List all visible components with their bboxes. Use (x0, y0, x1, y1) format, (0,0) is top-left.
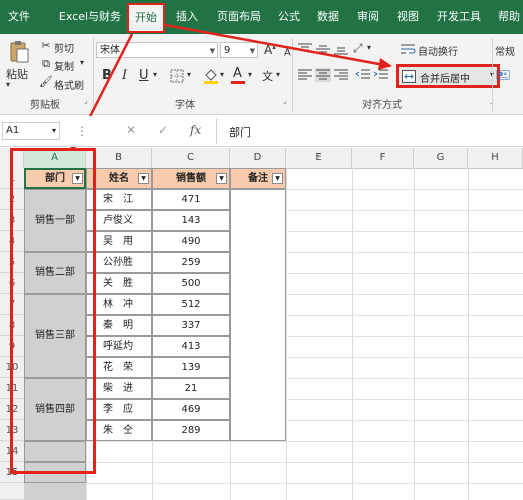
sales-cell[interactable]: 143 (152, 210, 230, 231)
column-header-h[interactable]: H (468, 148, 523, 168)
formula-input[interactable]: 部门 (216, 118, 523, 144)
name-box-value: A1 (6, 125, 20, 136)
more-options-icon: ⋮ (76, 124, 88, 138)
sales-cell[interactable]: 289 (152, 420, 230, 441)
filter-dropdown-icon[interactable]: ▼ (216, 173, 227, 184)
gridline (352, 168, 353, 500)
header-cell-sales[interactable]: 销售额 ▼ (152, 168, 230, 189)
sales-cell[interactable]: 512 (152, 294, 230, 315)
chevron-down-icon: ▾ (51, 126, 56, 135)
row-header[interactable] (0, 483, 24, 500)
filter-dropdown-icon[interactable]: ▼ (272, 173, 283, 184)
column-header-d[interactable]: D (230, 148, 286, 168)
sales-cell[interactable]: 471 (152, 189, 230, 210)
gridline (24, 483, 523, 484)
sales-cell[interactable]: 259 (152, 252, 230, 273)
enter-icon[interactable]: ✓ (158, 123, 168, 137)
gridline (468, 168, 469, 500)
column-header-f[interactable]: F (352, 148, 414, 168)
sales-cell[interactable]: 337 (152, 315, 230, 336)
gridline (286, 168, 287, 500)
header-cell-remarks[interactable]: 备注 ▼ (230, 168, 286, 189)
highlight-box (10, 148, 96, 474)
header-label: 备注 (248, 173, 268, 184)
sales-cell[interactable]: 21 (152, 378, 230, 399)
sales-cell[interactable]: 413 (152, 336, 230, 357)
gridline (414, 168, 415, 500)
header-label: 销售额 (176, 173, 206, 184)
column-header-e[interactable]: E (286, 148, 352, 168)
column-header-c[interactable]: C (152, 148, 230, 168)
sales-cell[interactable]: 490 (152, 231, 230, 252)
name-box[interactable]: A1 ▾ (2, 122, 60, 140)
cancel-icon[interactable]: ✕ (126, 123, 136, 137)
empty-cell[interactable] (24, 483, 86, 500)
column-header-g[interactable]: G (414, 148, 468, 168)
header-label: 姓名 (109, 173, 129, 184)
gridline (24, 441, 523, 442)
insert-function-button[interactable]: fx (190, 123, 201, 137)
filter-dropdown-icon[interactable]: ▼ (138, 173, 149, 184)
gridline (24, 462, 523, 463)
remarks-cell[interactable] (230, 189, 286, 441)
sales-cell[interactable]: 139 (152, 357, 230, 378)
formula-content: 部门 (229, 126, 251, 139)
sales-cell[interactable]: 469 (152, 399, 230, 420)
sales-cell[interactable]: 500 (152, 273, 230, 294)
